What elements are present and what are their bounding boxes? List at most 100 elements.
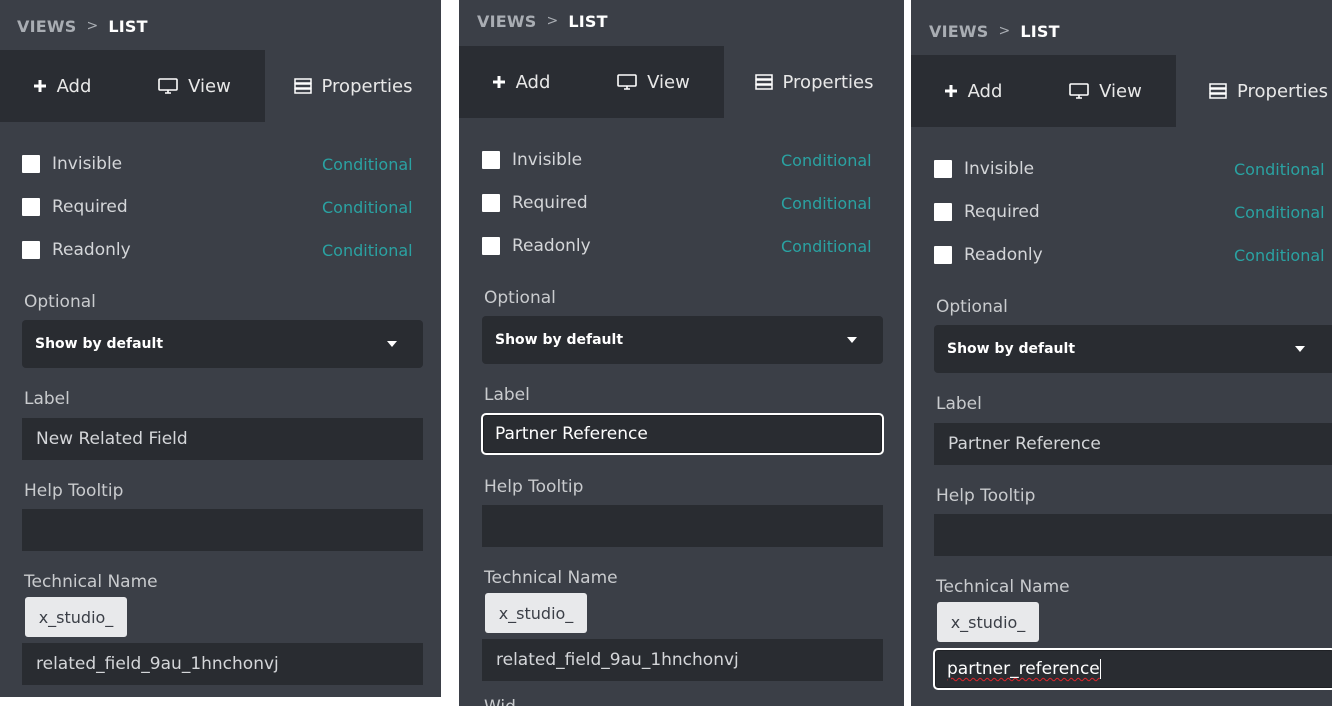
optional-label: Optional	[484, 288, 556, 308]
required-checkbox[interactable]	[934, 203, 952, 221]
label-field-label: Label	[484, 385, 530, 405]
label-field-label: Label	[24, 389, 70, 409]
tab-view[interactable]: View	[124, 50, 265, 122]
invisible-row: Invisible	[934, 157, 1034, 181]
breadcrumb: VIEWS > LIST	[929, 6, 1060, 56]
breadcrumb-current: LIST	[568, 11, 608, 31]
invisible-conditional-link[interactable]: Conditional	[322, 155, 413, 174]
invisible-checkbox[interactable]	[482, 151, 500, 169]
technical-name-prefix: x_studio_	[485, 593, 587, 633]
breadcrumb: VIEWS > LIST	[477, 0, 608, 46]
label-input[interactable]: Partner Reference	[934, 423, 1332, 465]
tab-view-label: View	[188, 75, 231, 97]
readonly-conditional-link[interactable]: Conditional	[781, 237, 872, 256]
optional-select-value: Show by default	[495, 332, 624, 348]
required-conditional-link[interactable]: Conditional	[1234, 203, 1325, 222]
label-input[interactable]: New Related Field	[22, 418, 423, 460]
tab-add-label: Add	[967, 80, 1003, 102]
tab-properties[interactable]: Properties	[1176, 55, 1332, 127]
server-icon	[754, 74, 773, 90]
invisible-label: Invisible	[52, 154, 123, 174]
tab-view[interactable]: View	[583, 46, 724, 118]
readonly-conditional-link[interactable]: Conditional	[322, 241, 413, 260]
optional-label: Optional	[936, 297, 1008, 317]
tab-properties[interactable]: Properties	[724, 46, 904, 118]
breadcrumb-current: LIST	[1020, 21, 1060, 41]
invisible-checkbox[interactable]	[22, 155, 40, 173]
plus-icon	[944, 85, 957, 97]
caret-down-icon	[387, 341, 397, 347]
invisible-label: Invisible	[964, 159, 1035, 179]
optional-select-value: Show by default	[947, 341, 1076, 357]
tab-view[interactable]: View	[1035, 55, 1176, 127]
required-checkbox[interactable]	[482, 194, 500, 212]
tab-properties-label: Properties	[782, 71, 874, 93]
readonly-row: Readonly	[482, 234, 591, 258]
required-conditional-link[interactable]: Conditional	[781, 194, 872, 213]
breadcrumb-separator: >	[86, 18, 99, 34]
breadcrumb-views[interactable]: VIEWS	[929, 22, 988, 41]
technical-name-input[interactable]: related_field_9au_1hnchonvj	[482, 639, 883, 681]
technical-name-input[interactable]: related_field_9au_1hnchonvj	[22, 643, 423, 685]
required-label: Required	[52, 197, 128, 217]
readonly-row: Readonly	[22, 238, 131, 262]
help-tooltip-input[interactable]	[22, 509, 423, 551]
tab-add[interactable]: Add	[459, 46, 583, 118]
optional-select[interactable]: Show by default	[482, 316, 883, 364]
label-input-value: New Related Field	[36, 429, 188, 449]
required-row: Required	[482, 191, 588, 215]
readonly-label: Readonly	[52, 240, 131, 260]
help-tooltip-label: Help Tooltip	[484, 477, 584, 497]
plus-icon	[492, 76, 505, 88]
readonly-conditional-link[interactable]: Conditional	[1234, 246, 1325, 265]
breadcrumb-current: LIST	[108, 16, 148, 36]
server-icon	[293, 78, 312, 94]
breadcrumb-views[interactable]: VIEWS	[477, 12, 536, 31]
technical-name-label: Technical Name	[484, 568, 618, 588]
tab-add[interactable]: Add	[911, 55, 1035, 127]
label-input-value: Partner Reference	[948, 434, 1101, 454]
required-checkbox[interactable]	[22, 198, 40, 216]
properties-panel-3: VIEWS > LIST Add View Properties Invisib…	[911, 0, 1332, 706]
technical-name-prefix: x_studio_	[25, 597, 127, 637]
technical-name-prefix: x_studio_	[937, 602, 1039, 642]
sidebar-tabs: Add View Properties	[459, 46, 904, 118]
optional-select[interactable]: Show by default	[934, 325, 1332, 373]
readonly-label: Readonly	[964, 245, 1043, 265]
properties-panel-1: VIEWS > LIST Add View Properties Invisib…	[0, 0, 441, 697]
required-conditional-link[interactable]: Conditional	[322, 198, 413, 217]
caret-down-icon	[847, 337, 857, 343]
tab-add[interactable]: Add	[0, 50, 124, 122]
help-tooltip-label: Help Tooltip	[936, 486, 1036, 506]
breadcrumb-separator: >	[998, 23, 1011, 39]
sidebar-tabs: Add View Properties	[911, 55, 1332, 127]
technical-name-input[interactable]: partner_reference	[933, 648, 1332, 690]
readonly-checkbox[interactable]	[482, 237, 500, 255]
readonly-checkbox[interactable]	[934, 246, 952, 264]
monitor-icon	[158, 78, 178, 94]
optional-label: Optional	[24, 292, 96, 312]
optional-select[interactable]: Show by default	[22, 320, 423, 368]
sidebar-tabs: Add View Properties	[0, 50, 441, 122]
required-row: Required	[934, 200, 1040, 224]
required-row: Required	[22, 195, 128, 219]
tab-properties[interactable]: Properties	[265, 50, 441, 122]
tab-properties-label: Properties	[1237, 80, 1328, 102]
technical-name-value: partner_reference	[947, 659, 1100, 679]
invisible-checkbox[interactable]	[934, 160, 952, 178]
optional-select-value: Show by default	[35, 336, 164, 352]
readonly-row: Readonly	[934, 243, 1043, 267]
breadcrumb-views[interactable]: VIEWS	[17, 17, 76, 36]
caret-down-icon	[1295, 346, 1305, 352]
help-tooltip-input[interactable]	[934, 514, 1332, 556]
label-field-label: Label	[936, 394, 982, 414]
breadcrumb: VIEWS > LIST	[17, 1, 148, 51]
invisible-conditional-link[interactable]: Conditional	[781, 151, 872, 170]
help-tooltip-input[interactable]	[482, 505, 883, 547]
next-field-label: Wid	[484, 697, 516, 706]
invisible-conditional-link[interactable]: Conditional	[1234, 160, 1325, 179]
label-input[interactable]: Partner Reference	[481, 413, 884, 455]
tab-add-label: Add	[515, 71, 551, 93]
readonly-checkbox[interactable]	[22, 241, 40, 259]
text-cursor	[1099, 659, 1101, 679]
